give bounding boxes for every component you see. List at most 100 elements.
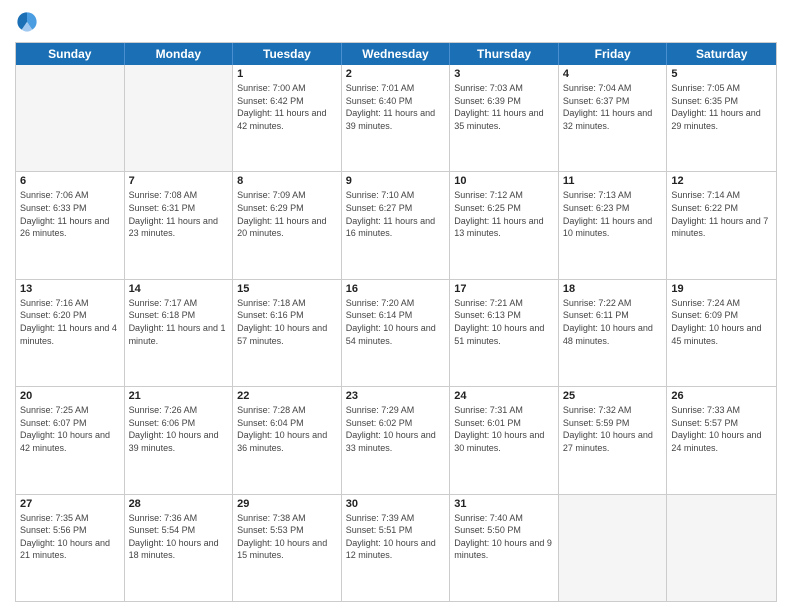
day-number: 29 — [237, 498, 337, 510]
day-cell-7: 7 Sunrise: 7:08 AM Sunset: 6:31 PM Daylig… — [125, 172, 234, 278]
day-info: Sunrise: 7:13 AM Sunset: 6:23 PM Dayligh… — [563, 189, 663, 239]
day-number: 8 — [237, 175, 337, 187]
day-info: Sunrise: 7:03 AM Sunset: 6:39 PM Dayligh… — [454, 82, 554, 132]
day-number: 18 — [563, 283, 663, 295]
day-info: Sunrise: 7:20 AM Sunset: 6:14 PM Dayligh… — [346, 297, 446, 347]
week-row-2: 6 Sunrise: 7:06 AM Sunset: 6:33 PM Daylig… — [16, 171, 776, 278]
day-info: Sunrise: 7:21 AM Sunset: 6:13 PM Dayligh… — [454, 297, 554, 347]
day-number: 11 — [563, 175, 663, 187]
day-info: Sunrise: 7:22 AM Sunset: 6:11 PM Dayligh… — [563, 297, 663, 347]
day-cell-15: 15Sunrise: 7:18 AM Sunset: 6:16 PM Dayli… — [233, 280, 342, 386]
day-info: Sunrise: 7:38 AM Sunset: 5:53 PM Dayligh… — [237, 512, 337, 562]
day-number: 4 — [563, 68, 663, 80]
day-cell-5: 5Sunrise: 7:05 AM Sunset: 6:35 PM Daylig… — [667, 65, 776, 171]
day-header-monday: Monday — [125, 43, 234, 65]
day-header-wednesday: Wednesday — [342, 43, 451, 65]
day-number: 23 — [346, 390, 446, 402]
day-info: Sunrise: 7:28 AM Sunset: 6:04 PM Dayligh… — [237, 404, 337, 454]
day-number: 2 — [346, 68, 446, 80]
day-cell-25: 25 Sunrise: 7:32 AM Sunset: 5:59 PM Dayli… — [559, 387, 668, 493]
day-number: 25 — [563, 390, 663, 402]
day-info: Sunrise: 7:16 AM Sunset: 6:20 PM Dayligh… — [20, 297, 120, 347]
day-number: 16 — [346, 283, 446, 295]
day-cell-16: 16 Sunrise: 7:20 AM Sunset: 6:14 PM Dayli… — [342, 280, 451, 386]
empty-cell — [16, 65, 125, 171]
day-info: Sunrise: 7:40 AM Sunset: 5:50 PM Dayligh… — [454, 512, 554, 562]
week-row-4: 20Sunrise: 7:25 AM Sunset: 6:07 PM Dayli… — [16, 386, 776, 493]
day-cell-31: 31 Sunrise: 7:40 AM Sunset: 5:50 PM Dayli… — [450, 495, 559, 601]
day-info: Sunrise: 7:26 AM Sunset: 6:06 PM Dayligh… — [129, 404, 229, 454]
day-number: 14 — [129, 283, 229, 295]
day-header-saturday: Saturday — [667, 43, 776, 65]
week-row-1: 1 Sunrise: 7:00 AM Sunset: 6:42 PM Daylig… — [16, 65, 776, 171]
day-cell-22: 22 Sunrise: 7:28 AM Sunset: 6:04 PM Dayli… — [233, 387, 342, 493]
day-number: 13 — [20, 283, 120, 295]
day-cell-17: 17 Sunrise: 7:21 AM Sunset: 6:13 PM Dayli… — [450, 280, 559, 386]
day-header-friday: Friday — [559, 43, 668, 65]
day-info: Sunrise: 7:00 AM Sunset: 6:42 PM Dayligh… — [237, 82, 337, 132]
day-header-sunday: Sunday — [16, 43, 125, 65]
day-cell-3: 3 Sunrise: 7:03 AM Sunset: 6:39 PM Daylig… — [450, 65, 559, 171]
day-cell-28: 28Sunrise: 7:36 AM Sunset: 5:54 PM Dayli… — [125, 495, 234, 601]
day-cell-18: 18 Sunrise: 7:22 AM Sunset: 6:11 PM Dayli… — [559, 280, 668, 386]
day-number: 5 — [671, 68, 772, 80]
day-cell-26: 26Sunrise: 7:33 AM Sunset: 5:57 PM Dayli… — [667, 387, 776, 493]
empty-cell — [667, 495, 776, 601]
day-number: 1 — [237, 68, 337, 80]
day-info: Sunrise: 7:04 AM Sunset: 6:37 PM Dayligh… — [563, 82, 663, 132]
day-header-thursday: Thursday — [450, 43, 559, 65]
day-info: Sunrise: 7:35 AM Sunset: 5:56 PM Dayligh… — [20, 512, 120, 562]
day-number: 20 — [20, 390, 120, 402]
day-info: Sunrise: 7:10 AM Sunset: 6:27 PM Dayligh… — [346, 189, 446, 239]
day-number: 12 — [671, 175, 772, 187]
weeks: 1 Sunrise: 7:00 AM Sunset: 6:42 PM Daylig… — [16, 65, 776, 601]
day-number: 27 — [20, 498, 120, 510]
day-cell-27: 27 Sunrise: 7:35 AM Sunset: 5:56 PM Dayli… — [16, 495, 125, 601]
day-cell-19: 19 Sunrise: 7:24 AM Sunset: 6:09 PM Dayli… — [667, 280, 776, 386]
day-number: 17 — [454, 283, 554, 295]
day-cell-20: 20Sunrise: 7:25 AM Sunset: 6:07 PM Dayli… — [16, 387, 125, 493]
day-info: Sunrise: 7:39 AM Sunset: 5:51 PM Dayligh… — [346, 512, 446, 562]
logo-icon — [15, 10, 39, 34]
day-number: 19 — [671, 283, 772, 295]
day-number: 21 — [129, 390, 229, 402]
day-info: Sunrise: 7:32 AM Sunset: 5:59 PM Dayligh… — [563, 404, 663, 454]
day-info: Sunrise: 7:06 AM Sunset: 6:33 PM Dayligh… — [20, 189, 120, 239]
day-info: Sunrise: 7:29 AM Sunset: 6:02 PM Dayligh… — [346, 404, 446, 454]
day-number: 6 — [20, 175, 120, 187]
day-header-tuesday: Tuesday — [233, 43, 342, 65]
header — [15, 10, 777, 34]
logo — [15, 10, 43, 34]
day-number: 7 — [129, 175, 229, 187]
day-number: 22 — [237, 390, 337, 402]
day-cell-13: 13 Sunrise: 7:16 AM Sunset: 6:20 PM Dayli… — [16, 280, 125, 386]
day-info: Sunrise: 7:24 AM Sunset: 6:09 PM Dayligh… — [671, 297, 772, 347]
day-number: 9 — [346, 175, 446, 187]
week-row-3: 13 Sunrise: 7:16 AM Sunset: 6:20 PM Dayli… — [16, 279, 776, 386]
day-number: 3 — [454, 68, 554, 80]
day-info: Sunrise: 7:31 AM Sunset: 6:01 PM Dayligh… — [454, 404, 554, 454]
day-cell-12: 12 Sunrise: 7:14 AM Sunset: 6:22 PM Dayli… — [667, 172, 776, 278]
day-cell-6: 6 Sunrise: 7:06 AM Sunset: 6:33 PM Daylig… — [16, 172, 125, 278]
day-cell-10: 10Sunrise: 7:12 AM Sunset: 6:25 PM Dayli… — [450, 172, 559, 278]
calendar: SundayMondayTuesdayWednesdayThursdayFrid… — [15, 42, 777, 602]
day-info: Sunrise: 7:14 AM Sunset: 6:22 PM Dayligh… — [671, 189, 772, 239]
day-cell-23: 23 Sunrise: 7:29 AM Sunset: 6:02 PM Dayli… — [342, 387, 451, 493]
day-info: Sunrise: 7:08 AM Sunset: 6:31 PM Dayligh… — [129, 189, 229, 239]
day-number: 30 — [346, 498, 446, 510]
day-number: 28 — [129, 498, 229, 510]
week-row-5: 27 Sunrise: 7:35 AM Sunset: 5:56 PM Dayli… — [16, 494, 776, 601]
day-headers: SundayMondayTuesdayWednesdayThursdayFrid… — [16, 43, 776, 65]
day-number: 15 — [237, 283, 337, 295]
day-cell-2: 2Sunrise: 7:01 AM Sunset: 6:40 PM Daylig… — [342, 65, 451, 171]
day-number: 26 — [671, 390, 772, 402]
day-number: 10 — [454, 175, 554, 187]
day-cell-14: 14Sunrise: 7:17 AM Sunset: 6:18 PM Dayli… — [125, 280, 234, 386]
day-cell-11: 11 Sunrise: 7:13 AM Sunset: 6:23 PM Dayli… — [559, 172, 668, 278]
page: SundayMondayTuesdayWednesdayThursdayFrid… — [0, 0, 792, 612]
day-cell-30: 30 Sunrise: 7:39 AM Sunset: 5:51 PM Dayli… — [342, 495, 451, 601]
day-number: 31 — [454, 498, 554, 510]
day-number: 24 — [454, 390, 554, 402]
empty-cell — [559, 495, 668, 601]
day-cell-24: 24 Sunrise: 7:31 AM Sunset: 6:01 PM Dayli… — [450, 387, 559, 493]
